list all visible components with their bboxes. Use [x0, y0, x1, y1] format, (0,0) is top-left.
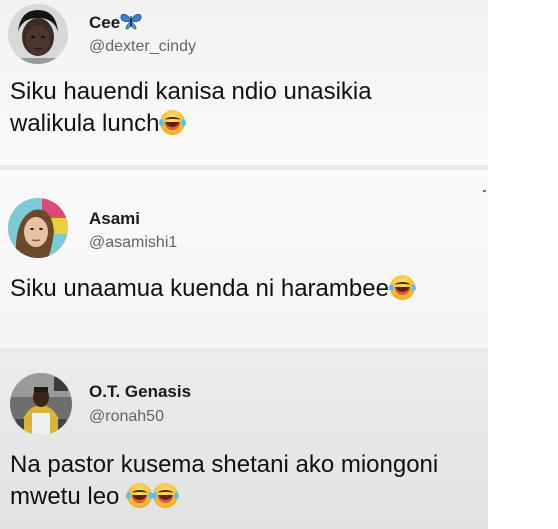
tweet-text-line: Na pastor kusema shetani ako miongoni	[10, 451, 439, 478]
laughing-emoji-icon	[159, 110, 187, 135]
tweet-text-line: Siku hauendi kanisa ndio unasikia	[10, 78, 372, 105]
tweet-card-2[interactable]: Asami @asamishi1 Siku unaamua kuenda ni …	[0, 170, 488, 353]
user-name[interactable]: Cee	[89, 12, 142, 35]
tweet-text-line: walikula lunch	[10, 110, 160, 137]
tweet-text-line: mwetu leo	[10, 483, 120, 510]
avatar-cee[interactable]	[8, 4, 68, 64]
laughing-emoji-icon	[152, 483, 180, 508]
tweet-text-line-wrap: walikula lunch	[10, 108, 372, 140]
user-handle[interactable]: @asamishi1	[89, 234, 177, 252]
image-artifact	[483, 190, 486, 192]
user-handle[interactable]: @ronah50	[89, 408, 164, 426]
user-name[interactable]: Asami	[89, 209, 140, 229]
laughing-emoji-icon	[126, 483, 154, 508]
avatar-asami[interactable]	[8, 198, 68, 258]
tweet-text: Siku unaamua kuenda ni harambee	[10, 273, 416, 305]
tweet-text: Na pastor kusema shetani ako miongoni mw…	[10, 449, 438, 513]
tweet-text-line-wrap: Siku unaamua kuenda ni harambee	[10, 273, 416, 305]
tweet-text-line: Siku unaamua kuenda ni harambee	[10, 275, 389, 302]
tweet-card-1[interactable]: Cee @dexter_cindy Siku hauendi kanisa nd…	[0, 0, 488, 170]
butterfly-icon	[120, 12, 142, 35]
tweet-text: Siku hauendi kanisa ndio unasikia waliku…	[10, 76, 372, 140]
avatar-ot-genasis[interactable]	[10, 373, 72, 435]
user-name[interactable]: O.T. Genasis	[89, 382, 191, 402]
user-name-text: Cee	[89, 13, 121, 32]
laughing-emoji-icon	[388, 275, 416, 300]
tweet-card-3[interactable]: O.T. Genasis @ronah50 Na pastor kusema s…	[0, 353, 488, 529]
tweet-text-line-wrap: mwetu leo	[10, 481, 438, 513]
user-handle[interactable]: @dexter_cindy	[89, 38, 196, 56]
